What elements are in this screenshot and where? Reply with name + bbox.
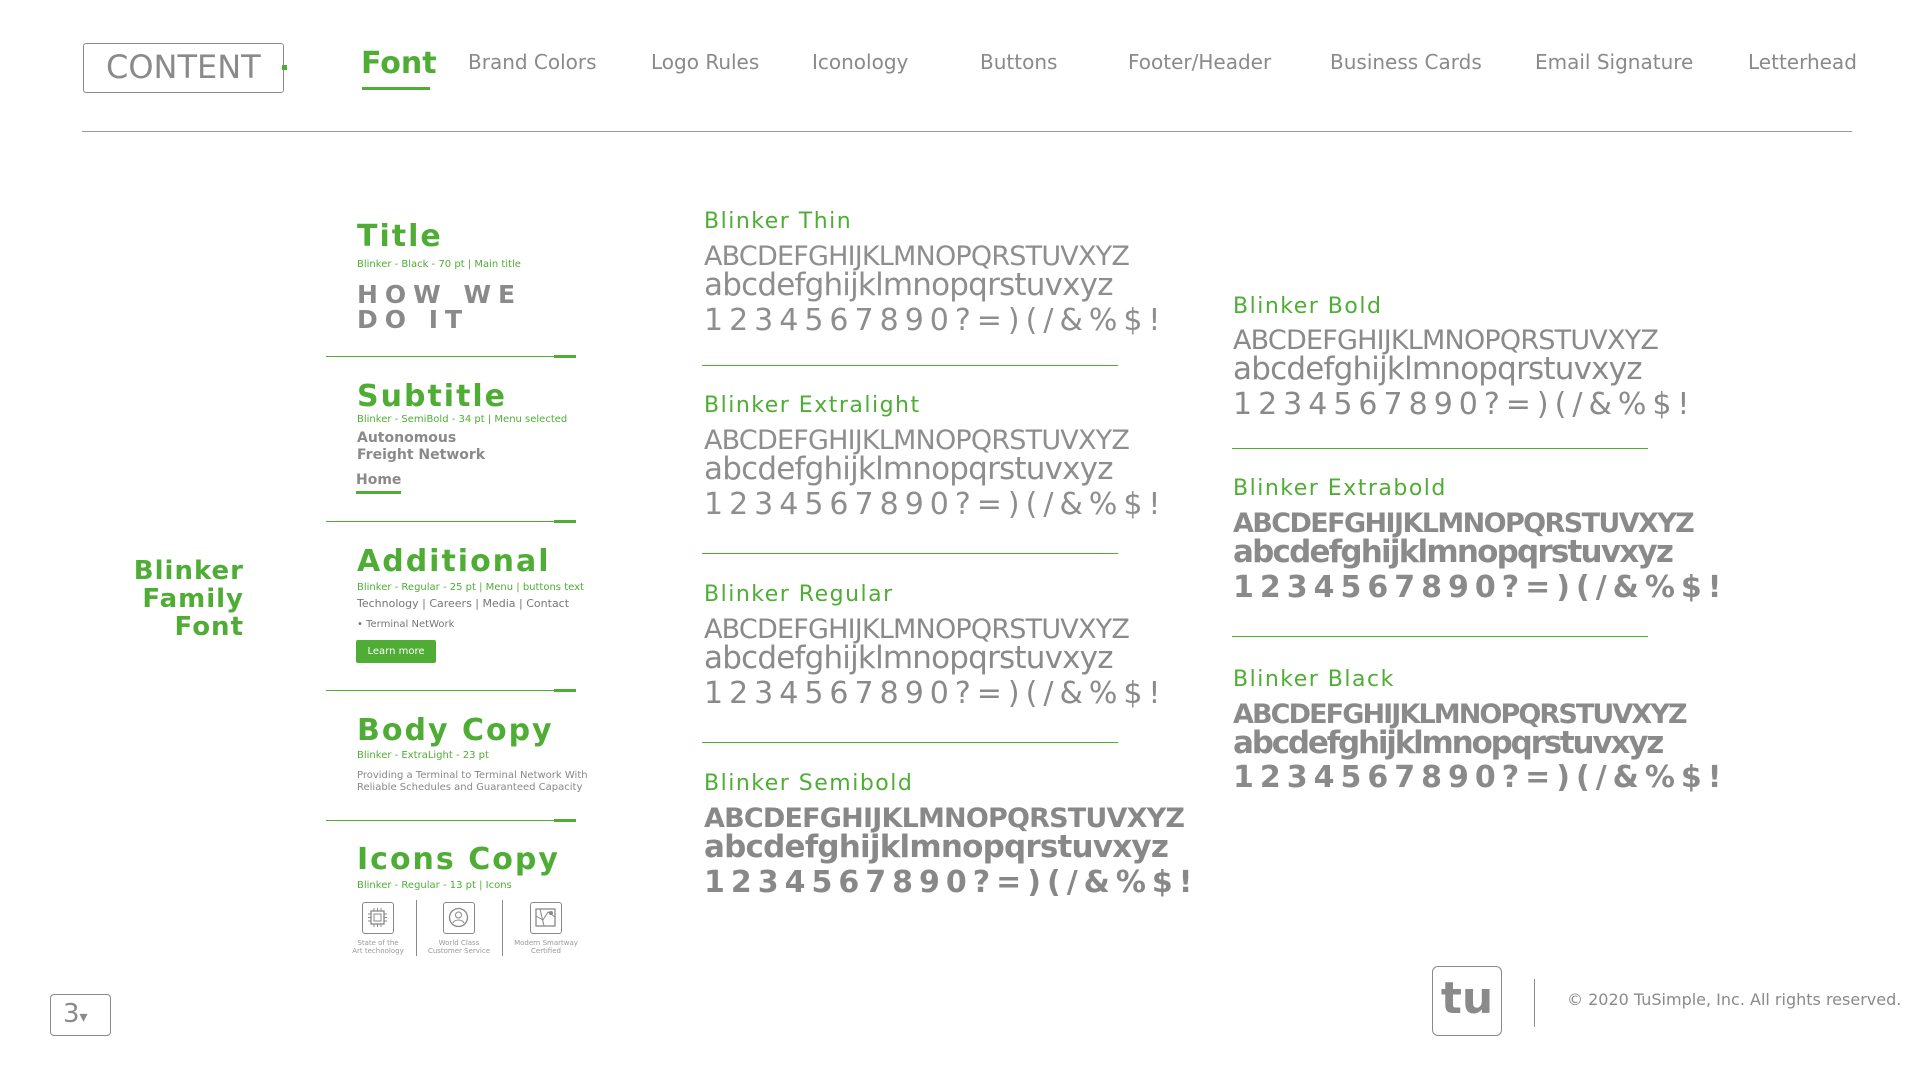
nav-tab-letterhead[interactable]: Letterhead <box>1748 50 1857 74</box>
chip-icon <box>362 902 394 934</box>
tusimple-logo: tu <box>1432 966 1502 1036</box>
side-heading-line: Font <box>174 612 244 642</box>
specimen-numbers: 1234567890?=)(/&%$! <box>704 303 1167 338</box>
specimen-numbers: 1234567890?=)(/&%$! <box>704 676 1167 711</box>
specimen-name-thin: Blinker Thin <box>704 209 853 234</box>
subtitle-demo-line: Autonomous <box>357 430 457 446</box>
side-heading-line: Family <box>142 584 244 614</box>
additional-section-heading: Additional <box>357 544 551 579</box>
specimen-numbers: 1234567890?=)(/&%$! <box>1233 760 1728 795</box>
specimen-lowercase: abcdefghijklmnopqrstuvxyz <box>704 829 1169 865</box>
section-divider <box>326 355 576 358</box>
chevron-down-icon: ▾ <box>79 1007 88 1026</box>
icon-caption-line: Customer Service <box>427 947 491 955</box>
person-service-icon <box>443 902 475 934</box>
icon-divider <box>502 900 503 956</box>
map-certified-icon <box>530 902 562 934</box>
content-menu-button[interactable]: CONTENT <box>83 43 287 93</box>
icon-caption-line: World Class <box>438 939 480 947</box>
nav-tab-email-signature[interactable]: Email Signature <box>1535 50 1693 74</box>
nav-tab-buttons[interactable]: Buttons <box>980 50 1057 74</box>
specimen-divider <box>702 742 1118 743</box>
specimen-divider <box>702 365 1118 366</box>
subtitle-section-spec: Blinker - SemiBold - 34 pt | Menu select… <box>357 414 568 425</box>
body-copy-line: Providing a Terminal to Terminal Network… <box>357 770 588 781</box>
page-number: 3 <box>63 999 80 1029</box>
nav-tab-font[interactable]: Font <box>361 46 437 81</box>
specimen-name-black: Blinker Black <box>1233 667 1395 692</box>
subtitle-demo-line: Freight Network <box>357 447 486 463</box>
body-copy-example: Providing a Terminal to Terminal Network… <box>357 770 588 794</box>
side-heading: Blinker Family Font <box>120 557 244 641</box>
icon-caption: Modern Smartway Certified <box>506 939 586 955</box>
content-label: CONTENT <box>106 48 261 86</box>
active-tab-underline <box>362 87 430 90</box>
icon-caption-line: State of the <box>357 939 399 947</box>
specimen-name-regular: Blinker Regular <box>704 582 894 607</box>
page-number-dropdown[interactable]: 3▾ <box>50 994 111 1036</box>
body-copy-line: Reliable Schedules and Guaranteed Capaci… <box>357 782 583 793</box>
specimen-lowercase: abcdefghijklmnopqrstuvxyz <box>704 451 1113 487</box>
specimen-lowercase: abcdefghijklmnopqrstuvxyz <box>704 267 1113 303</box>
title-section-heading: Title <box>357 219 443 254</box>
content-indicator-dot <box>282 65 287 70</box>
nav-tab-logo-rules[interactable]: Logo Rules <box>651 50 759 74</box>
specimen-numbers: 1234567890?=)(/&%$! <box>1233 387 1696 422</box>
specimen-lowercase: abcdefghijklmnopqrstuvxyz <box>1233 725 1664 761</box>
specimen-divider <box>1232 448 1648 449</box>
body-copy-section-spec: Blinker - ExtraLight - 23 pt <box>357 750 489 761</box>
title-demo-text: HOW WE DO IT <box>357 282 522 332</box>
icons-copy-section-heading: Icons Copy <box>357 842 560 877</box>
header-divider <box>82 131 1852 132</box>
title-demo-line: DO IT <box>357 305 470 334</box>
title-demo-line: HOW WE <box>357 280 523 309</box>
icon-caption-line: Certified <box>531 947 561 955</box>
title-section-spec: Blinker - Black - 70 pt | Main title <box>357 259 521 270</box>
specimen-divider <box>1232 636 1648 637</box>
specimen-numbers: 1234567890?=)(/&%$! <box>1233 570 1728 605</box>
additional-section-spec: Blinker - Regular - 25 pt | Menu | butto… <box>357 582 584 593</box>
specimen-lowercase: abcdefghijklmnopqrstuvxyz <box>1233 351 1642 387</box>
section-divider <box>326 689 576 692</box>
specimen-numbers: 1234567890?=)(/&%$! <box>704 865 1199 900</box>
side-heading-line: Blinker <box>133 556 244 586</box>
specimen-name-extrabold: Blinker Extrabold <box>1233 476 1447 501</box>
nav-tab-footer-header[interactable]: Footer/Header <box>1128 50 1271 74</box>
nav-tab-brand-colors[interactable]: Brand Colors <box>468 50 597 74</box>
terminal-network-label: • Terminal NetWork <box>357 619 455 630</box>
icon-caption: World Class Customer Service <box>419 939 499 955</box>
footer-separator <box>1534 979 1535 1027</box>
learn-more-button[interactable]: Learn more <box>356 640 436 663</box>
section-divider <box>326 819 576 822</box>
icon-divider <box>416 900 417 956</box>
subtitle-demo-text: Autonomous Freight Network <box>357 430 485 464</box>
subtitle-section-heading: Subtitle <box>357 379 508 414</box>
terminal-network-text: Terminal NetWork <box>366 619 455 630</box>
icon-caption-line: Modern Smartway <box>514 939 578 947</box>
icon-caption: State of the Art technology <box>338 939 418 955</box>
body-copy-section-heading: Body Copy <box>357 713 554 748</box>
section-divider <box>326 520 576 523</box>
menu-example: Technology | Careers | Media | Contact <box>357 597 570 610</box>
home-menu-link[interactable]: Home <box>356 472 402 494</box>
specimen-numbers: 1234567890?=)(/&%$! <box>704 487 1167 522</box>
specimen-lowercase: abcdefghijklmnopqrstuvxyz <box>704 640 1113 676</box>
nav-tab-business-cards[interactable]: Business Cards <box>1330 50 1482 74</box>
nav-tab-iconology[interactable]: Iconology <box>812 50 908 74</box>
specimen-name-bold: Blinker Bold <box>1233 294 1383 319</box>
icon-caption-line: Art technology <box>352 947 404 955</box>
specimen-name-semibold: Blinker Semibold <box>704 771 914 796</box>
specimen-lowercase: abcdefghijklmnopqrstuvxyz <box>1233 534 1674 570</box>
icons-copy-section-spec: Blinker - Regular - 13 pt | Icons <box>357 880 512 891</box>
specimen-divider <box>702 553 1118 554</box>
copyright-text: © 2020 TuSimple, Inc. All rights reserve… <box>1567 990 1902 1009</box>
specimen-name-extralight: Blinker Extralight <box>704 393 921 418</box>
